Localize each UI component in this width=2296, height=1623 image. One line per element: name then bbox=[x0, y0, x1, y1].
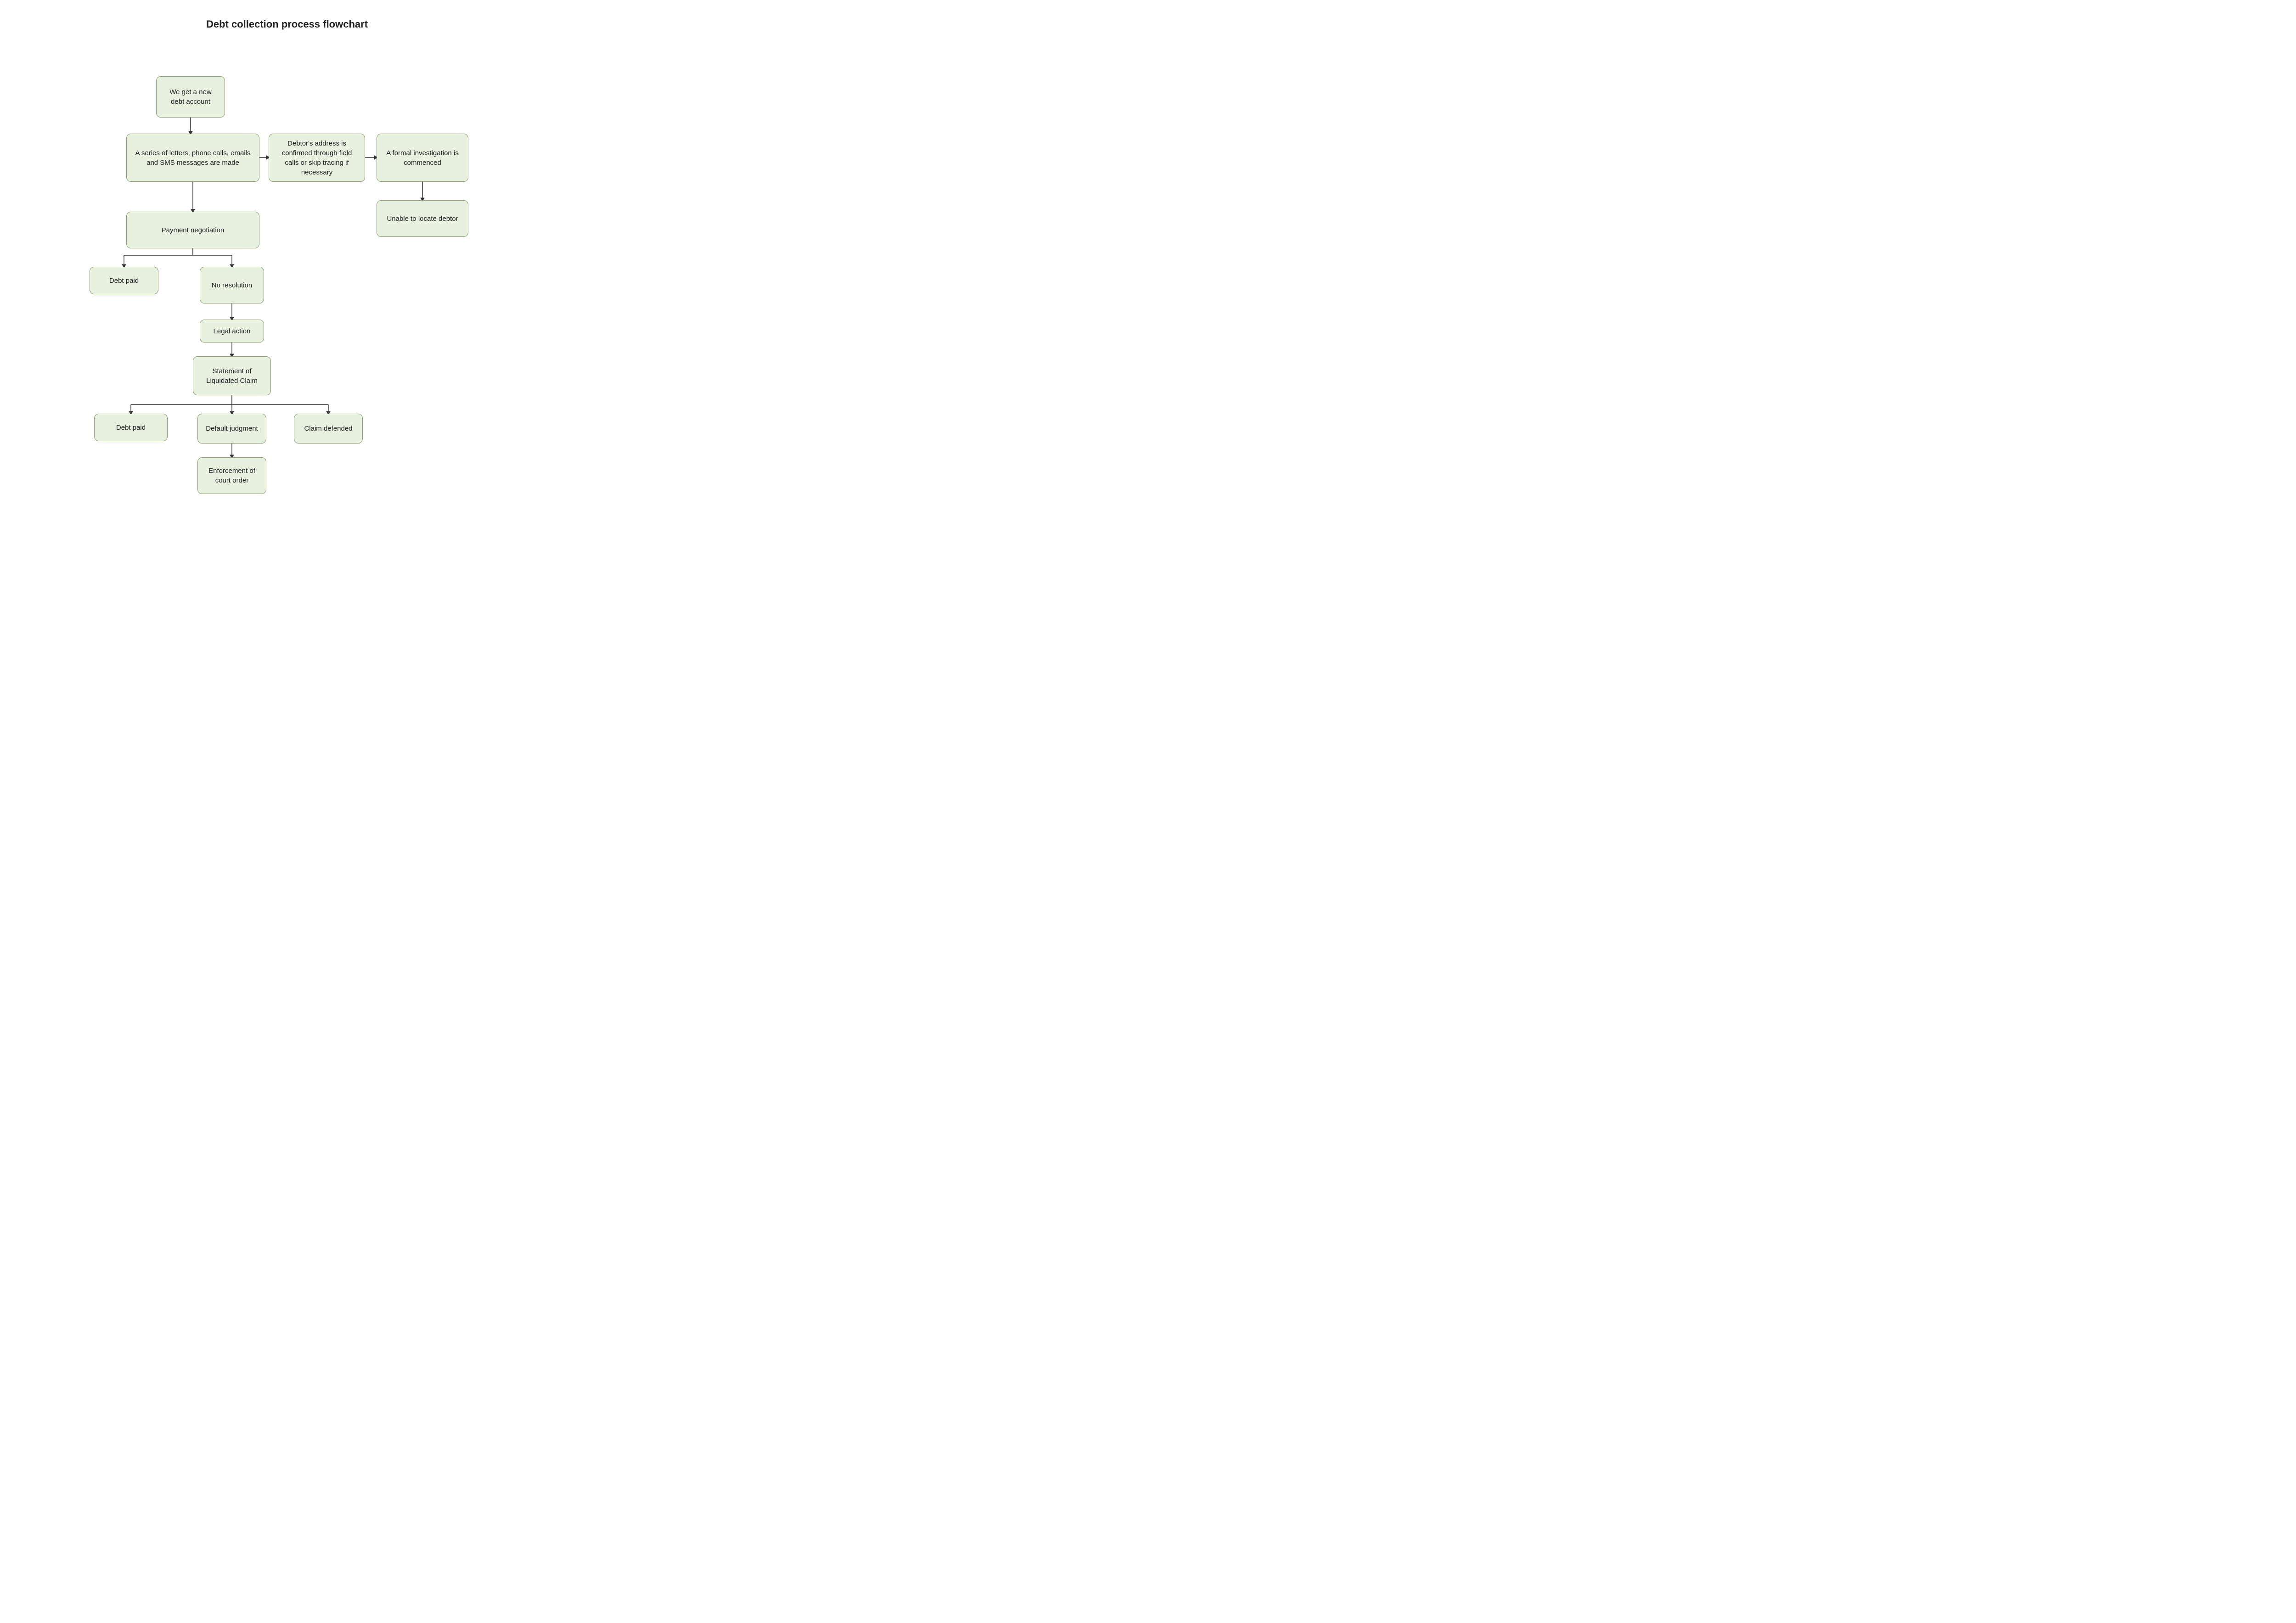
node-default-judgment: Default judgment bbox=[197, 414, 266, 444]
node-debt-paid-1: Debt paid bbox=[90, 267, 158, 294]
node-statement: Statement of Liquidated Claim bbox=[193, 356, 271, 395]
page-title: Debt collection process flowchart bbox=[206, 18, 368, 30]
node-payment-negotiation: Payment negotiation bbox=[126, 212, 259, 248]
node-debt-paid-2: Debt paid bbox=[94, 414, 168, 441]
node-formal-investigation: A formal investigation is commenced bbox=[377, 134, 468, 182]
node-claim-defended: Claim defended bbox=[294, 414, 363, 444]
node-enforcement: Enforcement of court order bbox=[197, 457, 266, 494]
node-new-debt: We get a new debt account bbox=[156, 76, 225, 118]
flowchart: We get a new debt account A series of le… bbox=[34, 49, 540, 485]
node-address-confirm: Debtor's address is confirmed through fi… bbox=[269, 134, 365, 182]
node-no-resolution: No resolution bbox=[200, 267, 264, 303]
node-legal-action: Legal action bbox=[200, 320, 264, 343]
node-unable-to-locate: Unable to locate debtor bbox=[377, 200, 468, 237]
node-letters: A series of letters, phone calls, emails… bbox=[126, 134, 259, 182]
